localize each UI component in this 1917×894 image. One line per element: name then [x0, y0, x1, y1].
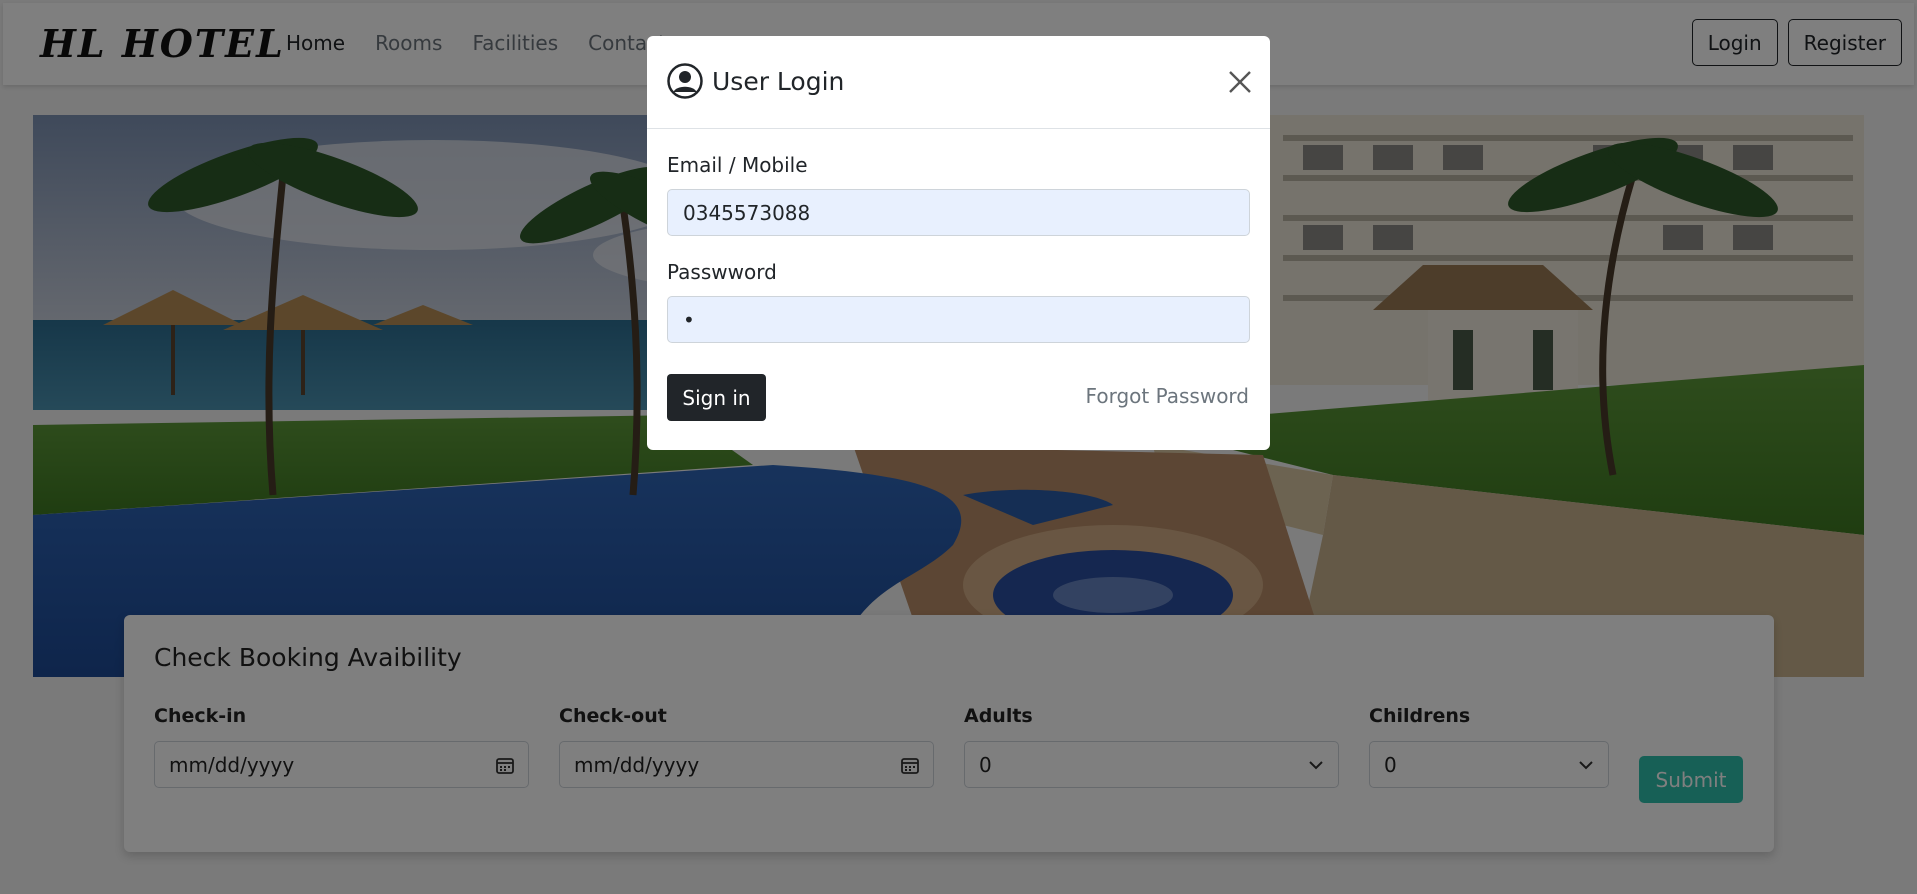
modal-header: User Login [647, 36, 1270, 129]
user-circle-icon [667, 63, 703, 99]
close-button[interactable] [1224, 67, 1256, 99]
password-label: Passwword [667, 260, 777, 284]
login-modal: User Login Email / Mobile Passwword Sign… [647, 36, 1270, 450]
modal-title: User Login [712, 67, 845, 96]
sign-in-button[interactable]: Sign in [667, 374, 766, 421]
password-input[interactable] [667, 296, 1250, 343]
email-mobile-input[interactable] [667, 189, 1250, 236]
close-icon[interactable] [1227, 69, 1253, 95]
forgot-password-link[interactable]: Forgot Password [1086, 384, 1249, 408]
email-label: Email / Mobile [667, 153, 808, 177]
